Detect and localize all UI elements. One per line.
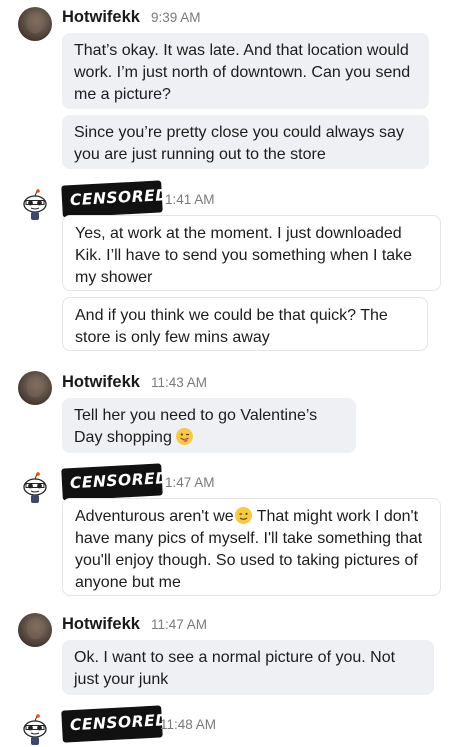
message-bubble: That’s okay. It was late. And that locat… [62,33,429,109]
user-photo-avatar[interactable] [18,371,52,405]
sender-name[interactable]: Hotwifekk [62,615,140,634]
timestamp: 1:47 AM [165,475,215,490]
message-bubble: Tell her you need to go Valentine’s Day … [62,398,356,453]
sender-name[interactable]: Hotwifekk [62,373,140,392]
censor-label: CENSORED [61,180,169,218]
snoo-avatar[interactable] [18,713,52,747]
message-text: Adventurous aren't we [75,508,234,525]
snoo-avatar[interactable] [18,471,52,505]
winking-tongue-emoji [176,428,194,445]
timestamp: 11:43 AM [151,375,208,390]
message-bubble: Adventurous aren't we That might work I … [62,498,441,596]
sender-name[interactable]: Hotwifekk [62,8,140,27]
censor-label: CENSORED [61,705,169,743]
message-bubble: And if you think we could be that quick?… [62,297,428,351]
message-bubble: Yes, at work at the moment. I just downl… [62,215,441,291]
winking-face-emoji [234,507,252,524]
censor-label: CENSORED [61,463,169,501]
timestamp: 1:41 AM [165,192,215,207]
timestamp: 11:47 AM [151,617,208,632]
message-text: Tell her you need to go Valentine’s Day … [74,407,318,446]
user-photo-avatar[interactable] [18,7,52,41]
timestamp: 11:48 AM [160,717,217,732]
message-bubble: Ok. I want to see a normal picture of yo… [62,640,434,695]
timestamp: 9:39 AM [151,10,201,25]
user-photo-avatar[interactable] [18,613,52,647]
snoo-avatar[interactable] [18,188,52,222]
message-bubble: Since you’re pretty close you could alwa… [62,115,429,169]
